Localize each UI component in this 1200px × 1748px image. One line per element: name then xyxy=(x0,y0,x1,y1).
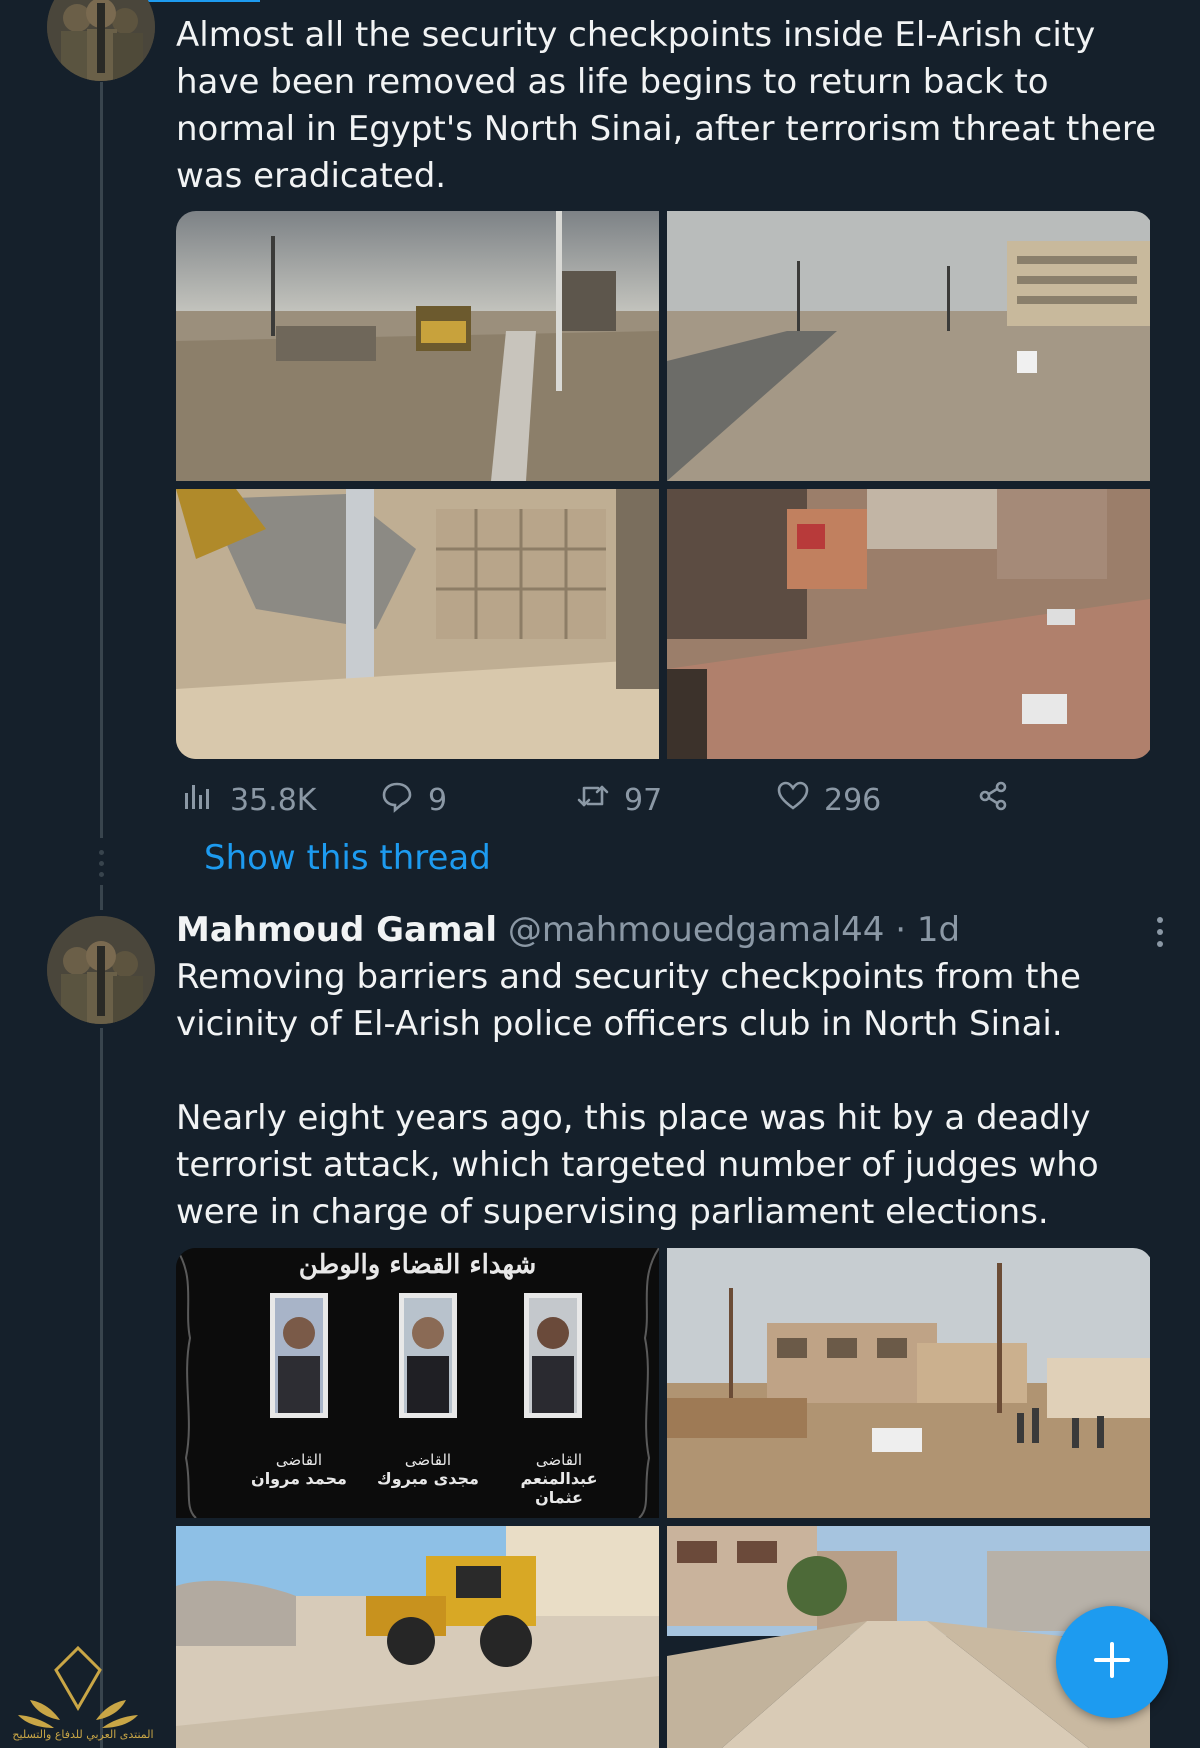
like-count: 296 xyxy=(824,782,882,818)
retweet-icon xyxy=(576,779,610,821)
reply-button[interactable]: 9 xyxy=(380,779,447,821)
tweet-header: Mahmoud Gamal @mahmouedgamal44 · 1d xyxy=(176,908,1166,952)
thread-connector xyxy=(100,885,103,910)
judge-name: مجدى مبروك xyxy=(377,1469,479,1488)
media-photo[interactable] xyxy=(176,1526,659,1748)
media-photo[interactable] xyxy=(667,489,1150,759)
judge-name: عبدالمنعم عثمان xyxy=(520,1469,598,1507)
compose-button[interactable] xyxy=(1056,1606,1168,1718)
like-button[interactable]: 296 xyxy=(776,779,881,821)
timestamp[interactable]: 1d xyxy=(917,910,960,950)
judge-title: القاضى xyxy=(404,1451,452,1469)
judge-name: محمد مروان xyxy=(251,1469,347,1488)
share-icon xyxy=(976,779,1010,821)
watermark-text: المنتدى العربي للدفاع والتسليح xyxy=(12,1728,154,1741)
poster-heading: شهداء القضاء والوطن xyxy=(298,1250,537,1280)
thread-gap-dots xyxy=(98,850,105,877)
watermark-logo: المنتدى العربي للدفاع والتسليح xyxy=(8,1640,154,1745)
show-thread-link[interactable]: Show this thread xyxy=(204,838,491,878)
tweet-actions: 35.8K 9 97 296 xyxy=(176,778,1036,822)
bar-chart-icon xyxy=(182,779,216,821)
media-photo[interactable] xyxy=(667,1248,1150,1518)
retweet-button[interactable]: 97 xyxy=(576,779,662,821)
share-button[interactable] xyxy=(976,779,1010,821)
heart-icon xyxy=(776,779,810,821)
avatar[interactable] xyxy=(47,0,155,81)
media-grid xyxy=(176,211,1153,759)
speech-bubble-icon xyxy=(380,779,414,821)
media-photo[interactable] xyxy=(176,211,659,481)
tweet-text: Removing barriers and security checkpoin… xyxy=(176,957,1099,1232)
avatar[interactable] xyxy=(47,916,155,1024)
thread-connector xyxy=(100,82,103,838)
separator: · xyxy=(895,910,907,950)
retweet-count: 97 xyxy=(624,782,663,818)
media-grid: شهداء القضاء والوطن القاضى محمد مروان ال… xyxy=(176,1248,1153,1748)
judge-title: القاضى xyxy=(275,1451,323,1469)
tab-indicator xyxy=(140,0,260,2)
views-count: 35.8K xyxy=(230,782,317,818)
tweet-text: Almost all the security checkpoints insi… xyxy=(176,15,1167,196)
judge-title: القاضى xyxy=(535,1451,583,1469)
media-photo[interactable]: شهداء القضاء والوطن القاضى محمد مروان ال… xyxy=(176,1248,659,1518)
views-action[interactable]: 35.8K xyxy=(182,779,316,821)
media-photo[interactable] xyxy=(667,211,1150,481)
author-handle[interactable]: @mahmouedgamal44 xyxy=(508,910,885,950)
more-vertical-icon[interactable] xyxy=(1150,912,1170,952)
timeline: Almost all the security checkpoints insi… xyxy=(0,0,1200,1748)
plus-icon xyxy=(1092,1640,1132,1684)
media-photo[interactable] xyxy=(176,489,659,759)
author-name[interactable]: Mahmoud Gamal xyxy=(176,910,497,950)
reply-count: 9 xyxy=(428,782,448,818)
